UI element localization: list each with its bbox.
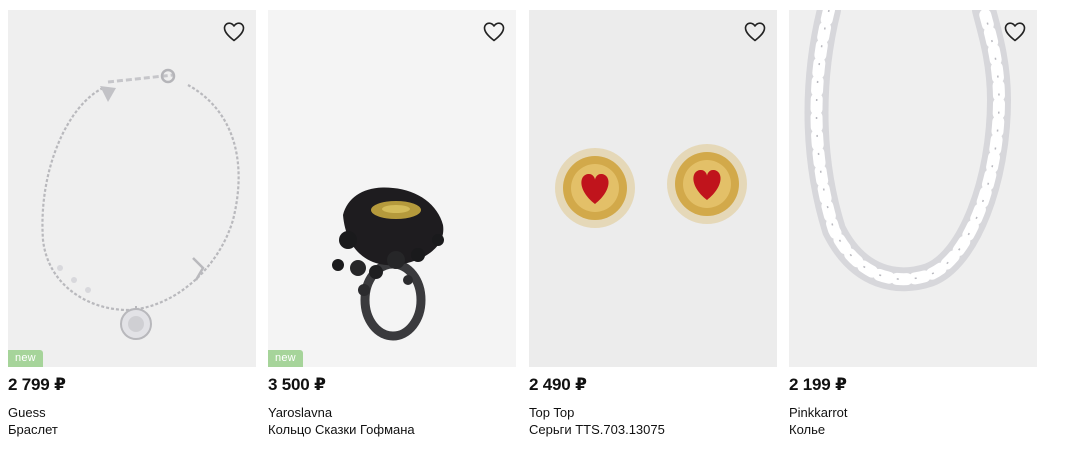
product-card[interactable]: 2 199 ₽ Pinkkarrot Колье: [789, 10, 1037, 450]
earrings-image: [555, 144, 747, 228]
product-name[interactable]: Браслет: [8, 422, 58, 437]
product-price: 2 199 ₽: [789, 375, 847, 394]
product-name[interactable]: Колье: [789, 422, 825, 437]
product-card[interactable]: new 3 500 ₽ Yaroslavna Кольцо Сказки Гоф…: [268, 10, 516, 450]
bracelet-image: [41, 68, 240, 340]
product-price: 3 500 ₽: [268, 375, 326, 394]
product-price: 2 490 ₽: [529, 375, 587, 394]
favorite-heart-icon[interactable]: [222, 20, 246, 44]
necklace-image: [804, 10, 1012, 292]
product-grid: new 2 799 ₽ Guess Браслет new 3 500 ₽ Ya…: [0, 0, 1080, 456]
ring-image: [332, 187, 444, 341]
product-card[interactable]: 2 490 ₽ Top Top Серьги TTS.703.13075: [529, 10, 777, 450]
product-price: 2 799 ₽: [8, 375, 66, 394]
product-name[interactable]: Серьги TTS.703.13075: [529, 422, 665, 437]
new-badge: new: [8, 350, 43, 367]
product-name[interactable]: Кольцо Сказки Гофмана: [268, 422, 415, 437]
new-badge: new: [268, 350, 303, 367]
product-brand[interactable]: Top Top: [529, 405, 574, 420]
product-brand[interactable]: Pinkkarrot: [789, 405, 848, 420]
product-brand[interactable]: Guess: [8, 405, 46, 420]
product-image[interactable]: [789, 10, 1037, 367]
product-brand[interactable]: Yaroslavna: [268, 405, 332, 420]
product-image[interactable]: [529, 10, 777, 367]
product-image[interactable]: new: [268, 10, 516, 367]
favorite-heart-icon[interactable]: [1003, 20, 1027, 44]
favorite-heart-icon[interactable]: [482, 20, 506, 44]
product-image[interactable]: new: [8, 10, 256, 367]
product-card[interactable]: new 2 799 ₽ Guess Браслет: [8, 10, 256, 450]
favorite-heart-icon[interactable]: [743, 20, 767, 44]
